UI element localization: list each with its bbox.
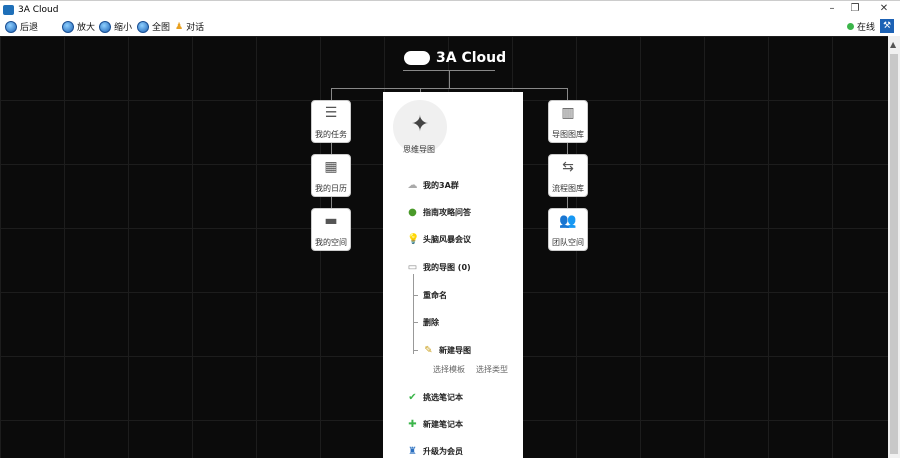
globe-icon: ●: [408, 207, 417, 218]
cloud-logo-icon: [404, 51, 430, 65]
cloud-icon: ☁: [407, 180, 418, 191]
mind-map-canvas[interactable]: 3A Cloud ☰ 我的任务 ▦ 我的日历 ▬ 我的空间 ▥ 导图图库 ⇆ 流程图库 👥…: [0, 36, 888, 458]
menu-label: 指南攻略问答: [423, 208, 471, 217]
menu-item-new-notebook[interactable]: ✚ 新建笔记本: [407, 419, 463, 430]
store-icon: ▬: [324, 213, 338, 229]
app-logo-icon: [3, 5, 14, 15]
bottle-icon: ♜: [408, 446, 417, 457]
menu-item-guide-qa[interactable]: ● 指南攻略问答: [407, 207, 471, 218]
fit-all-label: 全图: [152, 23, 171, 33]
back-label: 后退: [20, 23, 39, 33]
plus-icon: ✚: [408, 419, 417, 430]
online-status: 在线: [847, 20, 875, 33]
zoom-out-button[interactable]: 缩小: [99, 20, 132, 33]
zoom-out-icon: [99, 20, 111, 33]
card-label: 导图图库: [552, 130, 584, 139]
chat-icon: ♟: [175, 21, 184, 32]
menu-label: 删除: [423, 318, 439, 327]
close-button[interactable]: ✕: [874, 3, 894, 14]
team-space-card[interactable]: 👥 团队空间: [548, 208, 588, 251]
card-label: 团队空间: [552, 238, 584, 247]
card-label: 我的任务: [315, 130, 347, 139]
menu-label: 新建笔记本: [423, 420, 463, 429]
my-space-card[interactable]: ▬ 我的空间: [311, 208, 351, 251]
globe-icon: [137, 20, 149, 33]
menu-panel: ✦ 思维导图 ☁ 我的3A群 ● 指南攻略问答 💡 头脑风暴会议 ▭ 我的导图 (0) …: [383, 92, 523, 458]
menu-label: 新建导图: [439, 346, 471, 355]
window-title: 3A Cloud: [18, 5, 59, 15]
tree-branch: [413, 350, 418, 351]
zoom-in-button[interactable]: 放大: [62, 20, 95, 33]
menu-item-my-maps[interactable]: ▭ 我的导图 (0): [407, 262, 471, 273]
my-tasks-card[interactable]: ☰ 我的任务: [311, 100, 351, 143]
zoom-out-label: 缩小: [114, 23, 133, 33]
zoom-in-label: 放大: [77, 23, 96, 33]
scroll-thumb[interactable]: [890, 54, 898, 454]
list-icon: ☰: [324, 105, 338, 121]
title-bar: 3A Cloud – ❐ ✕: [0, 0, 900, 18]
menu-item-brainstorm[interactable]: 💡 头脑风暴会议: [407, 234, 471, 245]
compass-star-icon: ✦: [410, 112, 430, 137]
team-icon: 👥: [559, 213, 577, 229]
minimize-button[interactable]: –: [822, 3, 842, 14]
check-icon: ✔: [408, 392, 417, 403]
tools-button[interactable]: ⚒: [880, 19, 894, 33]
card-label: 我的空间: [315, 238, 347, 247]
menu-item-my-3a-group[interactable]: ☁ 我的3A群: [407, 180, 459, 191]
back-icon: [5, 20, 17, 33]
chat-button[interactable]: ♟ 对话: [175, 20, 205, 34]
menu-label: 重命名: [423, 291, 447, 300]
new-map-icon: ✎: [424, 345, 433, 356]
books-icon: ▥: [561, 105, 575, 121]
new-map-item[interactable]: ✎ 新建导图: [413, 345, 471, 356]
choose-type-link[interactable]: 选择类型: [476, 364, 508, 375]
calendar-icon: ▦: [324, 159, 338, 175]
scroll-up-icon[interactable]: ▲: [890, 40, 896, 49]
choose-template-link[interactable]: 选择模板: [433, 364, 465, 375]
menu-label: 我的导图 (0): [423, 263, 471, 272]
folder-icon: ▭: [407, 262, 418, 273]
zoom-in-icon: [62, 20, 74, 33]
hub-label: 思维导图: [403, 145, 435, 154]
hammer-icon: ⚒: [882, 21, 892, 31]
chat-label: 对话: [186, 23, 205, 33]
flowchart-library-card[interactable]: ⇆ 流程图库: [548, 154, 588, 197]
bulb-icon: 💡: [407, 234, 420, 245]
online-dot-icon: [847, 23, 854, 30]
my-calendar-card[interactable]: ▦ 我的日历: [311, 154, 351, 197]
map-library-card[interactable]: ▥ 导图图库: [548, 100, 588, 143]
card-label: 我的日历: [315, 184, 347, 193]
card-label: 流程图库: [552, 184, 584, 193]
tree-branch: [413, 322, 418, 323]
menu-label: 升级为会员: [423, 447, 463, 456]
maximize-button[interactable]: ❐: [845, 3, 865, 14]
menu-label: 我的3A群: [423, 181, 459, 190]
fit-all-button[interactable]: 全图: [137, 20, 170, 33]
toolbar: 后退 放大 缩小 全图 ♟ 对话 在线 ⚒: [0, 18, 900, 36]
logo: 3A Cloud: [404, 50, 506, 66]
status-label: 在线: [857, 23, 876, 33]
connector: [449, 70, 450, 88]
tree-line: [413, 274, 414, 354]
tree-branch: [413, 295, 418, 296]
connector: [331, 88, 568, 89]
swap-icon: ⇆: [562, 159, 574, 175]
menu-label: 头脑风暴会议: [423, 235, 471, 244]
menu-item-upgrade[interactable]: ♜ 升级为会员: [407, 446, 463, 457]
logo-text: 3A Cloud: [436, 50, 507, 66]
vertical-scrollbar[interactable]: ▲: [888, 36, 900, 458]
rename-item[interactable]: 重命名: [413, 290, 447, 301]
menu-label: 挑选笔记本: [423, 393, 463, 402]
back-button[interactable]: 后退: [5, 20, 38, 33]
menu-item-pick-notebook[interactable]: ✔ 挑选笔记本: [407, 392, 463, 403]
delete-item[interactable]: 删除: [413, 317, 439, 328]
